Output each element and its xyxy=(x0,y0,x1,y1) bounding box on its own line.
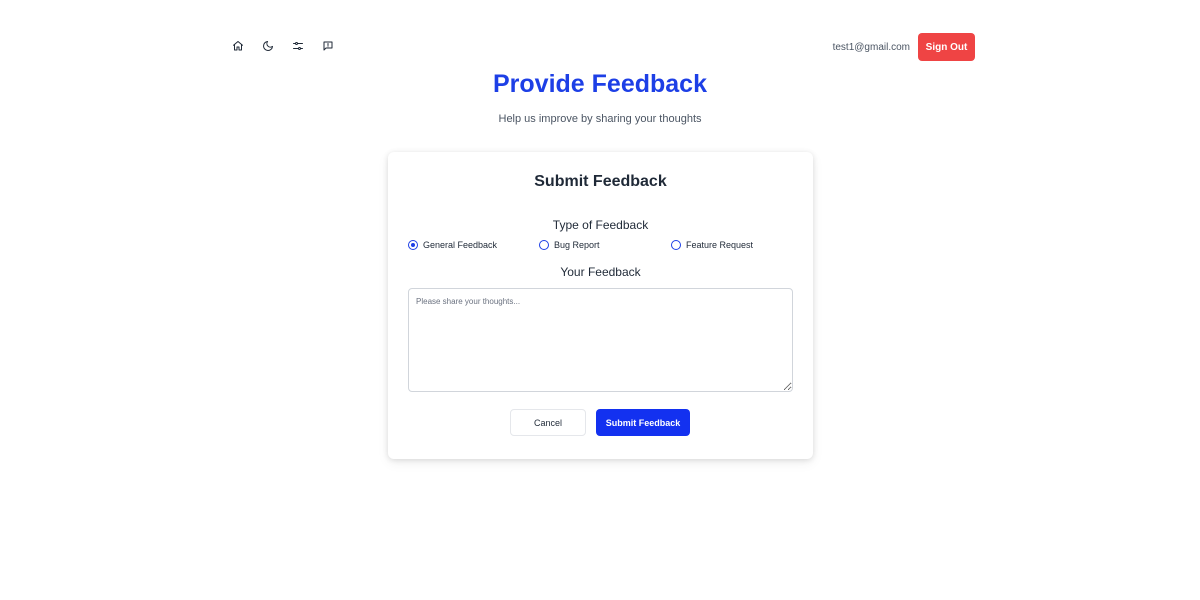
settings-sliders-icon[interactable] xyxy=(288,36,308,56)
feedback-type-label: Type of Feedback xyxy=(552,218,649,232)
moon-icon[interactable] xyxy=(258,36,278,56)
page-title: Provide Feedback xyxy=(493,70,707,98)
nav-icon-bar xyxy=(228,36,338,56)
page-subtitle: Help us improve by sharing your thoughts xyxy=(498,113,702,125)
page: test1@gmail.com Sign Out Provide Feedbac… xyxy=(0,0,1200,600)
radio-feature-request[interactable]: Feature Request xyxy=(671,240,753,250)
feedback-form-card: Submit Feedback Type of Feedback General… xyxy=(388,152,813,459)
form-title: Submit Feedback xyxy=(534,173,667,190)
cancel-button[interactable]: Cancel xyxy=(510,409,586,436)
radio-button[interactable] xyxy=(408,240,418,250)
sign-out-button[interactable]: Sign Out xyxy=(918,33,975,61)
radio-button[interactable] xyxy=(539,240,549,250)
feedback-message-icon[interactable] xyxy=(318,36,338,56)
radio-label: Feature Request xyxy=(686,240,754,250)
user-email: test1@gmail.com xyxy=(832,41,910,53)
radio-button[interactable] xyxy=(671,240,681,250)
user-area: test1@gmail.com Sign Out xyxy=(833,33,975,61)
radio-label: General Feedback xyxy=(423,240,498,250)
radio-label: Bug Report xyxy=(554,240,600,250)
home-icon[interactable] xyxy=(228,36,248,56)
radio-general-feedback[interactable]: General Feedback xyxy=(408,240,497,250)
feedback-textarea[interactable] xyxy=(408,288,793,392)
your-feedback-label: Your Feedback xyxy=(560,265,641,279)
radio-bug-report[interactable]: Bug Report xyxy=(539,240,600,250)
submit-feedback-button[interactable]: Submit Feedback xyxy=(596,409,690,436)
